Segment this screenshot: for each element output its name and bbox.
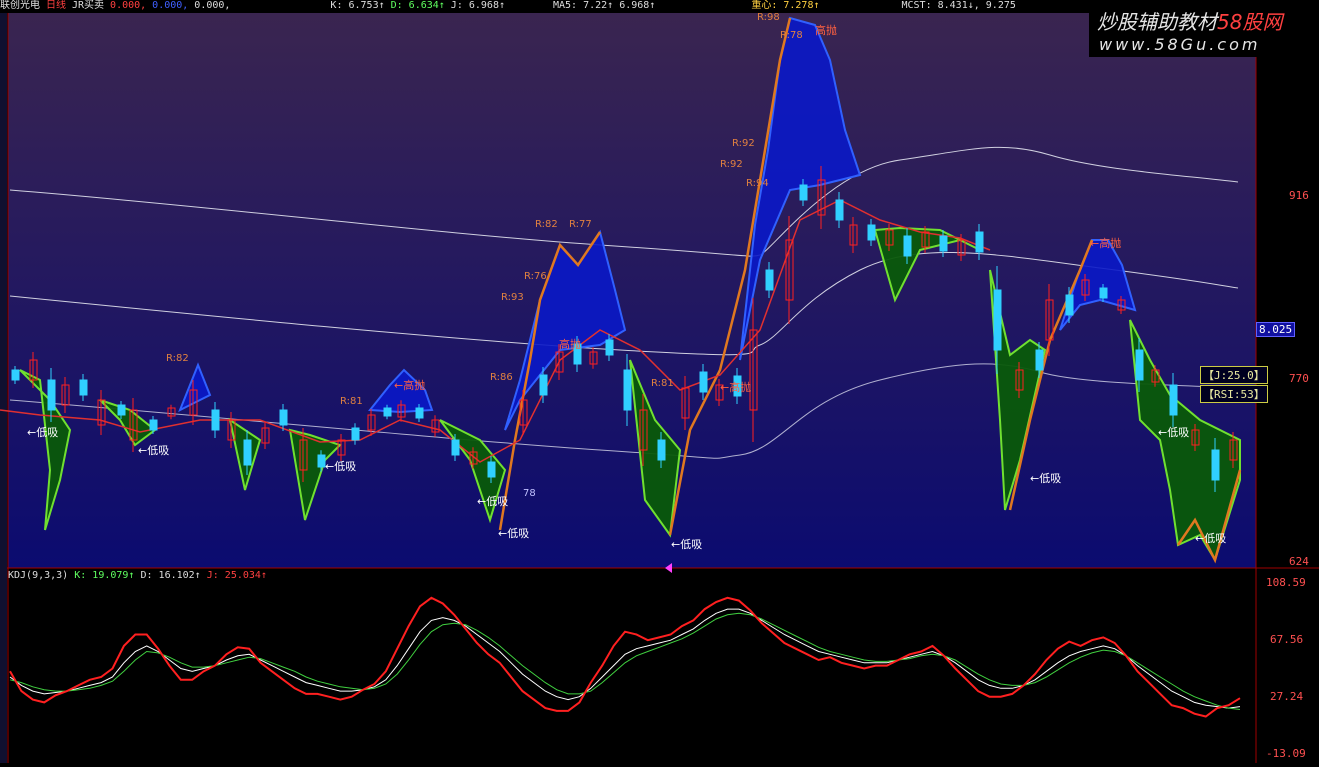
zhongxin-value: 重心: 7.278↑ [751,0,820,11]
r-label-6: R:77 [569,219,592,230]
candle-21 [383,407,392,417]
j-value-box: 【J:25.0】 [1200,366,1268,384]
current-price-tag: 8.025 [1256,322,1296,337]
r-label-9: R:92 [732,138,755,149]
signal-high-3: ←高抛 [1090,237,1122,250]
candle-59 [1065,294,1074,316]
candle-46 [835,199,844,221]
candle-6 [117,404,126,416]
axis-tick-916: 916 [1289,189,1309,202]
candle-42 [765,269,774,291]
kdj-tick-67: 67.56 [1270,633,1304,646]
zero-value-3: 0.000, [194,0,231,11]
candle-4 [79,379,88,396]
r-label-12: R:98 [757,12,780,23]
axis-tick-770: 770 [1289,372,1309,385]
kdj-header: KDJ(9,3,3) K: 19.079↑ D: 16.102↑ J: 25.0… [8,570,267,581]
k-value: K: 6.753↑ [330,0,385,11]
candle-29 [539,374,548,396]
zero-value-2: 0.000, [152,0,189,11]
kdj-tick-neg13: -13.09 [1266,747,1306,760]
candle-17 [317,454,326,468]
d-value: D: 6.634↑ [390,0,445,11]
mcst-value: MCST: 8.431↓, 9.275 [901,0,1016,11]
candle-44 [799,184,808,201]
candle-25 [451,439,460,456]
kdj-k: K: 19.079↑ [74,570,135,581]
period-label[interactable]: 日线 [46,0,66,11]
candle-15 [279,409,288,426]
zero-value-1: 0.000, [110,0,147,11]
candle-33 [605,339,614,356]
r-label-3: R:93 [501,292,524,303]
kdj-tick-108: 108.59 [1266,576,1306,589]
watermark: 炒股辅助教材58股网 www.58Gu.com [1089,3,1315,57]
rsi-value-box: 【RSI:53】 [1200,385,1268,403]
r-label-13: R:78 [780,30,803,41]
r-label-7: R:86 [490,372,513,383]
watermark-brand: 炒股辅助教材 [1097,10,1217,34]
signal-low-1: ←低吸 [27,426,59,439]
signal-low-9: ←低吸 [1195,532,1227,545]
signal-high-1: ←高抛 [394,379,426,392]
r-label-11: R:94 [746,178,769,189]
candle-27 [487,461,496,478]
ma5-value: MA5: 7.22↑ [552,0,614,11]
kdj-d: D: 16.102↑ [140,570,201,581]
candle-8 [149,419,158,431]
candle-65 [1169,384,1178,416]
signal-low-2: ←低吸 [138,444,170,457]
candle-52 [939,235,948,252]
r-label-8: R:81 [651,378,674,389]
r-label-10: R:92 [720,159,743,170]
stock-name[interactable]: 联创光电 [0,0,40,11]
candle-13 [243,439,252,466]
candle-0 [11,369,20,381]
signal-low-7: ←低吸 [1030,472,1062,485]
signal-low-8: ←低吸 [1158,426,1190,439]
ma5b-value: 6.968↑ [619,0,656,11]
candle-57 [1035,349,1044,371]
j-value: J: 6.968↑ [450,0,505,11]
r-label-2: R:81 [340,396,363,407]
kdj-j: J: 25.034↑ [206,570,267,581]
r-label-4: R:76 [524,271,547,282]
candle-48 [867,224,876,241]
candle-67 [1211,449,1220,481]
signal-low-6: ←低吸 [671,538,703,551]
candle-36 [657,439,666,461]
candle-61 [1099,287,1108,299]
watermark-brand-num: 58股网 [1217,10,1283,34]
left-strip [0,13,7,763]
signal-low-3: ←低吸 [325,460,357,473]
signal-high-2: ←高抛 [720,381,752,394]
candle-38 [699,371,708,393]
candle-11 [211,409,220,431]
candle-55 [993,289,1002,351]
kdj-title[interactable]: KDJ(9,3,3) [8,570,68,581]
candle-63 [1135,349,1144,381]
indicator-name[interactable]: JR买卖 [72,0,104,11]
r-label-5: R:82 [535,219,558,230]
r-label-1: R:82 [166,353,189,364]
candle-54 [975,231,984,253]
candle-34 [623,369,632,411]
kdj-tick-27: 27.24 [1270,690,1304,703]
candle-19 [351,427,360,441]
candle-23 [415,407,424,419]
small-78-label: 78 [523,488,536,499]
signal-high-5: 高抛 [559,338,581,351]
signal-low-4: ←低吸 [477,495,509,508]
candle-50 [903,235,912,257]
signal-low-5: ←低吸 [498,527,530,540]
axis-tick-624: 624 [1289,555,1309,568]
signal-high-4: 高抛 [815,24,837,37]
candle-2 [47,379,56,411]
watermark-url: www.58Gu.com [1099,35,1261,54]
